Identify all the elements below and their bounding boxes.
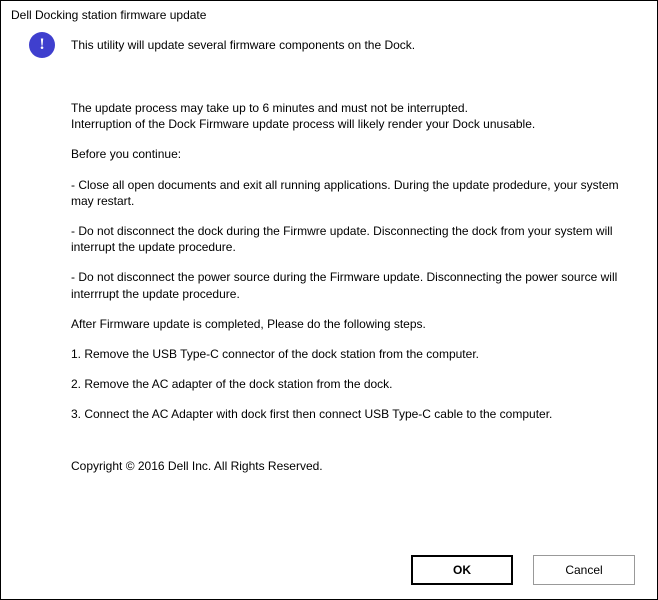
- dialog-title: Dell Docking station firmware update: [1, 1, 657, 26]
- cancel-button[interactable]: Cancel: [533, 555, 635, 585]
- ok-button[interactable]: OK: [411, 555, 513, 585]
- paragraph: - Do not disconnect the dock during the …: [71, 223, 641, 255]
- header-message: This utility will update several firmwar…: [71, 38, 415, 52]
- dialog-window: Dell Docking station firmware update ! T…: [0, 0, 658, 600]
- header-row: ! This utility will update several firmw…: [1, 26, 657, 58]
- info-icon-glyph: !: [39, 37, 44, 53]
- paragraph: - Do not disconnect the power source dur…: [71, 269, 641, 301]
- paragraph: 1. Remove the USB Type-C connector of th…: [71, 346, 641, 362]
- paragraph: Before you continue:: [71, 146, 641, 162]
- paragraph: 3. Connect the AC Adapter with dock firs…: [71, 406, 641, 422]
- paragraph: - Close all open documents and exit all …: [71, 177, 641, 209]
- dialog-content: The update process may take up to 6 minu…: [1, 58, 657, 475]
- copyright-text: Copyright © 2016 Dell Inc. All Rights Re…: [71, 458, 641, 474]
- button-row: OK Cancel: [411, 555, 635, 585]
- paragraph: After Firmware update is completed, Plea…: [71, 316, 641, 332]
- info-icon: !: [29, 32, 55, 58]
- paragraph: The update process may take up to 6 minu…: [71, 100, 641, 132]
- paragraph: 2. Remove the AC adapter of the dock sta…: [71, 376, 641, 392]
